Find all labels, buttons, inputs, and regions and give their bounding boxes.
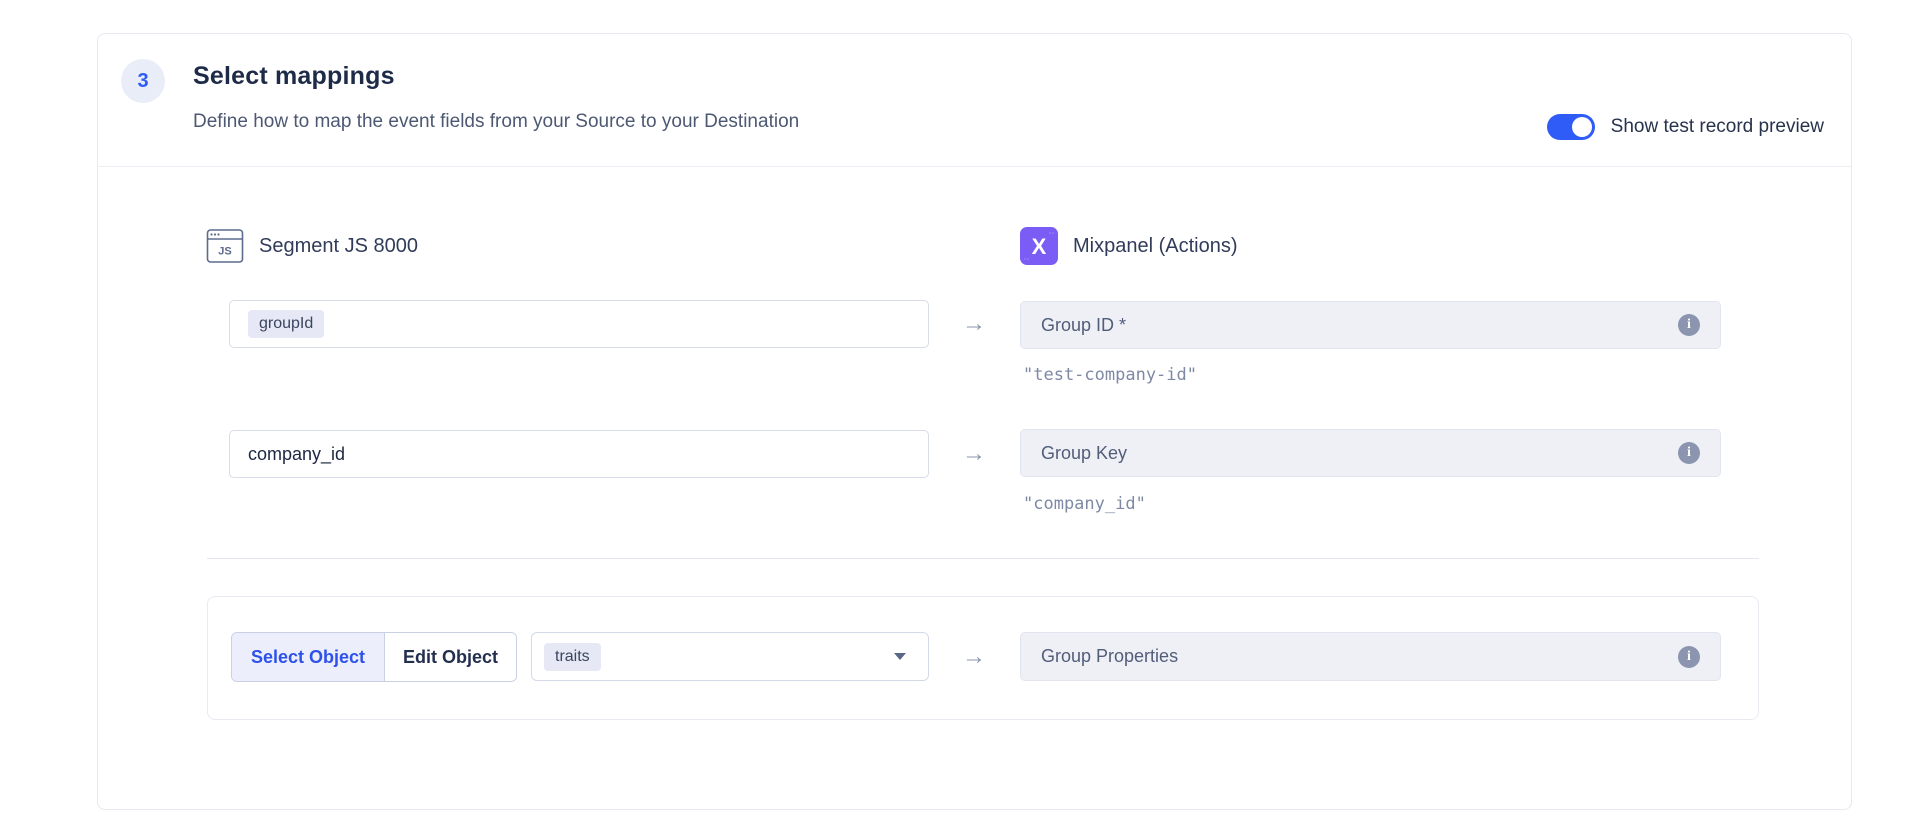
destination-column-header: X Mixpanel (Actions): [1020, 227, 1238, 265]
source-field-input-groupid[interactable]: groupId: [229, 300, 929, 348]
destination-field-group-id: Group ID * i: [1020, 301, 1721, 349]
test-record-preview-value: "company_id": [1023, 494, 1146, 514]
show-test-record-toggle[interactable]: [1547, 114, 1595, 140]
source-text-value: company_id: [248, 444, 345, 465]
source-column-header: JS Segment JS 8000: [206, 227, 418, 265]
page-subtitle: Define how to map the event fields from …: [193, 111, 799, 133]
step-number-badge: 3: [121, 59, 165, 103]
test-record-toggle-group: Show test record preview: [1547, 114, 1824, 140]
select-mappings-card: 3 Select mappings Define how to map the …: [97, 33, 1852, 810]
page-title: Select mappings: [193, 62, 395, 91]
test-record-preview-value: "test-company-id": [1023, 365, 1197, 385]
edit-object-button[interactable]: Edit Object: [385, 633, 516, 681]
mixpanel-icon: X: [1020, 227, 1058, 265]
source-field-input-company-id[interactable]: company_id: [229, 430, 929, 478]
object-select-dropdown[interactable]: traits: [531, 632, 929, 681]
arrow-right-icon: →: [956, 312, 992, 336]
destination-name: Mixpanel (Actions): [1073, 235, 1238, 258]
destination-field-label: Group Properties: [1041, 646, 1178, 667]
selected-object-token: traits: [544, 643, 601, 671]
object-mode-button-group: Select Object Edit Object: [231, 632, 517, 682]
destination-field-label: Group ID *: [1041, 315, 1126, 336]
svg-text:JS: JS: [218, 246, 231, 258]
info-icon[interactable]: i: [1678, 442, 1700, 464]
arrow-right-icon: →: [956, 442, 992, 466]
info-icon[interactable]: i: [1678, 314, 1700, 336]
svg-text:X: X: [1032, 234, 1047, 259]
destination-field-group-key: Group Key i: [1020, 429, 1721, 477]
toggle-knob: [1572, 117, 1592, 137]
section-divider: [207, 558, 1759, 559]
info-icon[interactable]: i: [1678, 646, 1700, 668]
arrow-right-icon: →: [956, 645, 992, 669]
select-object-button[interactable]: Select Object: [232, 633, 385, 681]
caret-down-icon: [894, 653, 906, 660]
toggle-label: Show test record preview: [1611, 116, 1824, 138]
destination-field-label: Group Key: [1041, 443, 1127, 464]
source-token[interactable]: groupId: [248, 310, 324, 338]
card-header: 3 Select mappings Define how to map the …: [98, 34, 1851, 167]
browser-js-icon: JS: [206, 227, 244, 265]
destination-field-group-properties: Group Properties i: [1020, 632, 1721, 681]
source-name: Segment JS 8000: [259, 235, 418, 258]
